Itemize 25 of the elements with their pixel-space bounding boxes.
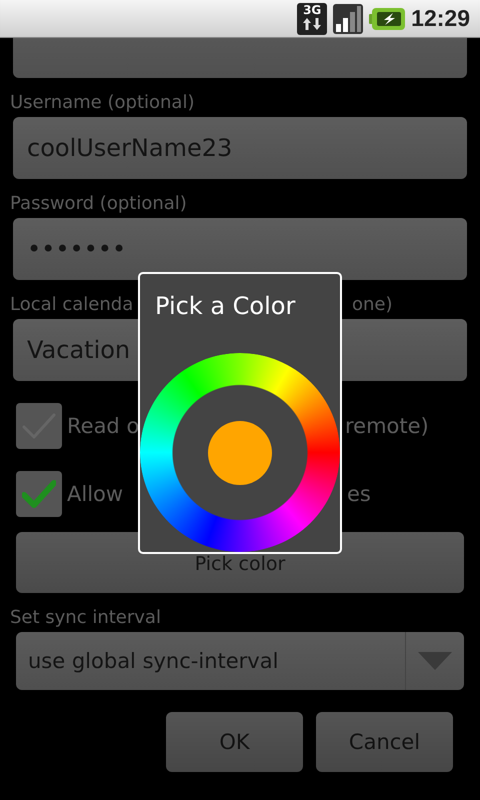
- clock: 12:29: [411, 5, 470, 32]
- checkbox-label: remote): [345, 414, 429, 438]
- field-label: Username (optional): [10, 92, 196, 113]
- checkbox-label: Read o: [67, 414, 140, 438]
- color-wheel[interactable]: [140, 353, 340, 552]
- dialog-button[interactable]: OK: [166, 712, 303, 772]
- checkbox-label: Allow: [67, 482, 124, 506]
- field-label: Local calenda: [10, 294, 134, 315]
- username-field[interactable]: coolUserName23: [13, 117, 467, 179]
- dialog-button[interactable]: Cancel: [316, 712, 453, 772]
- dialog-title: Pick a Color: [155, 292, 296, 320]
- network-indicator: 3G: [297, 2, 328, 34]
- field-label: one): [352, 294, 393, 315]
- url-field[interactable]: [13, 38, 467, 78]
- checkbox[interactable]: [16, 471, 62, 517]
- dropdown-arrow-icon: [418, 652, 452, 670]
- checkbox[interactable]: [16, 403, 62, 449]
- checkbox-label: es: [347, 482, 371, 506]
- sync-interval-dropdown[interactable]: use global sync-interval: [16, 632, 464, 690]
- signal-icon: [333, 4, 364, 34]
- field-label: Set sync interval: [10, 607, 162, 628]
- battery-charging-icon: [369, 8, 406, 30]
- password-field[interactable]: •••••••: [13, 218, 467, 280]
- checkmark-icon: [22, 479, 56, 509]
- field-label: Password (optional): [10, 193, 188, 214]
